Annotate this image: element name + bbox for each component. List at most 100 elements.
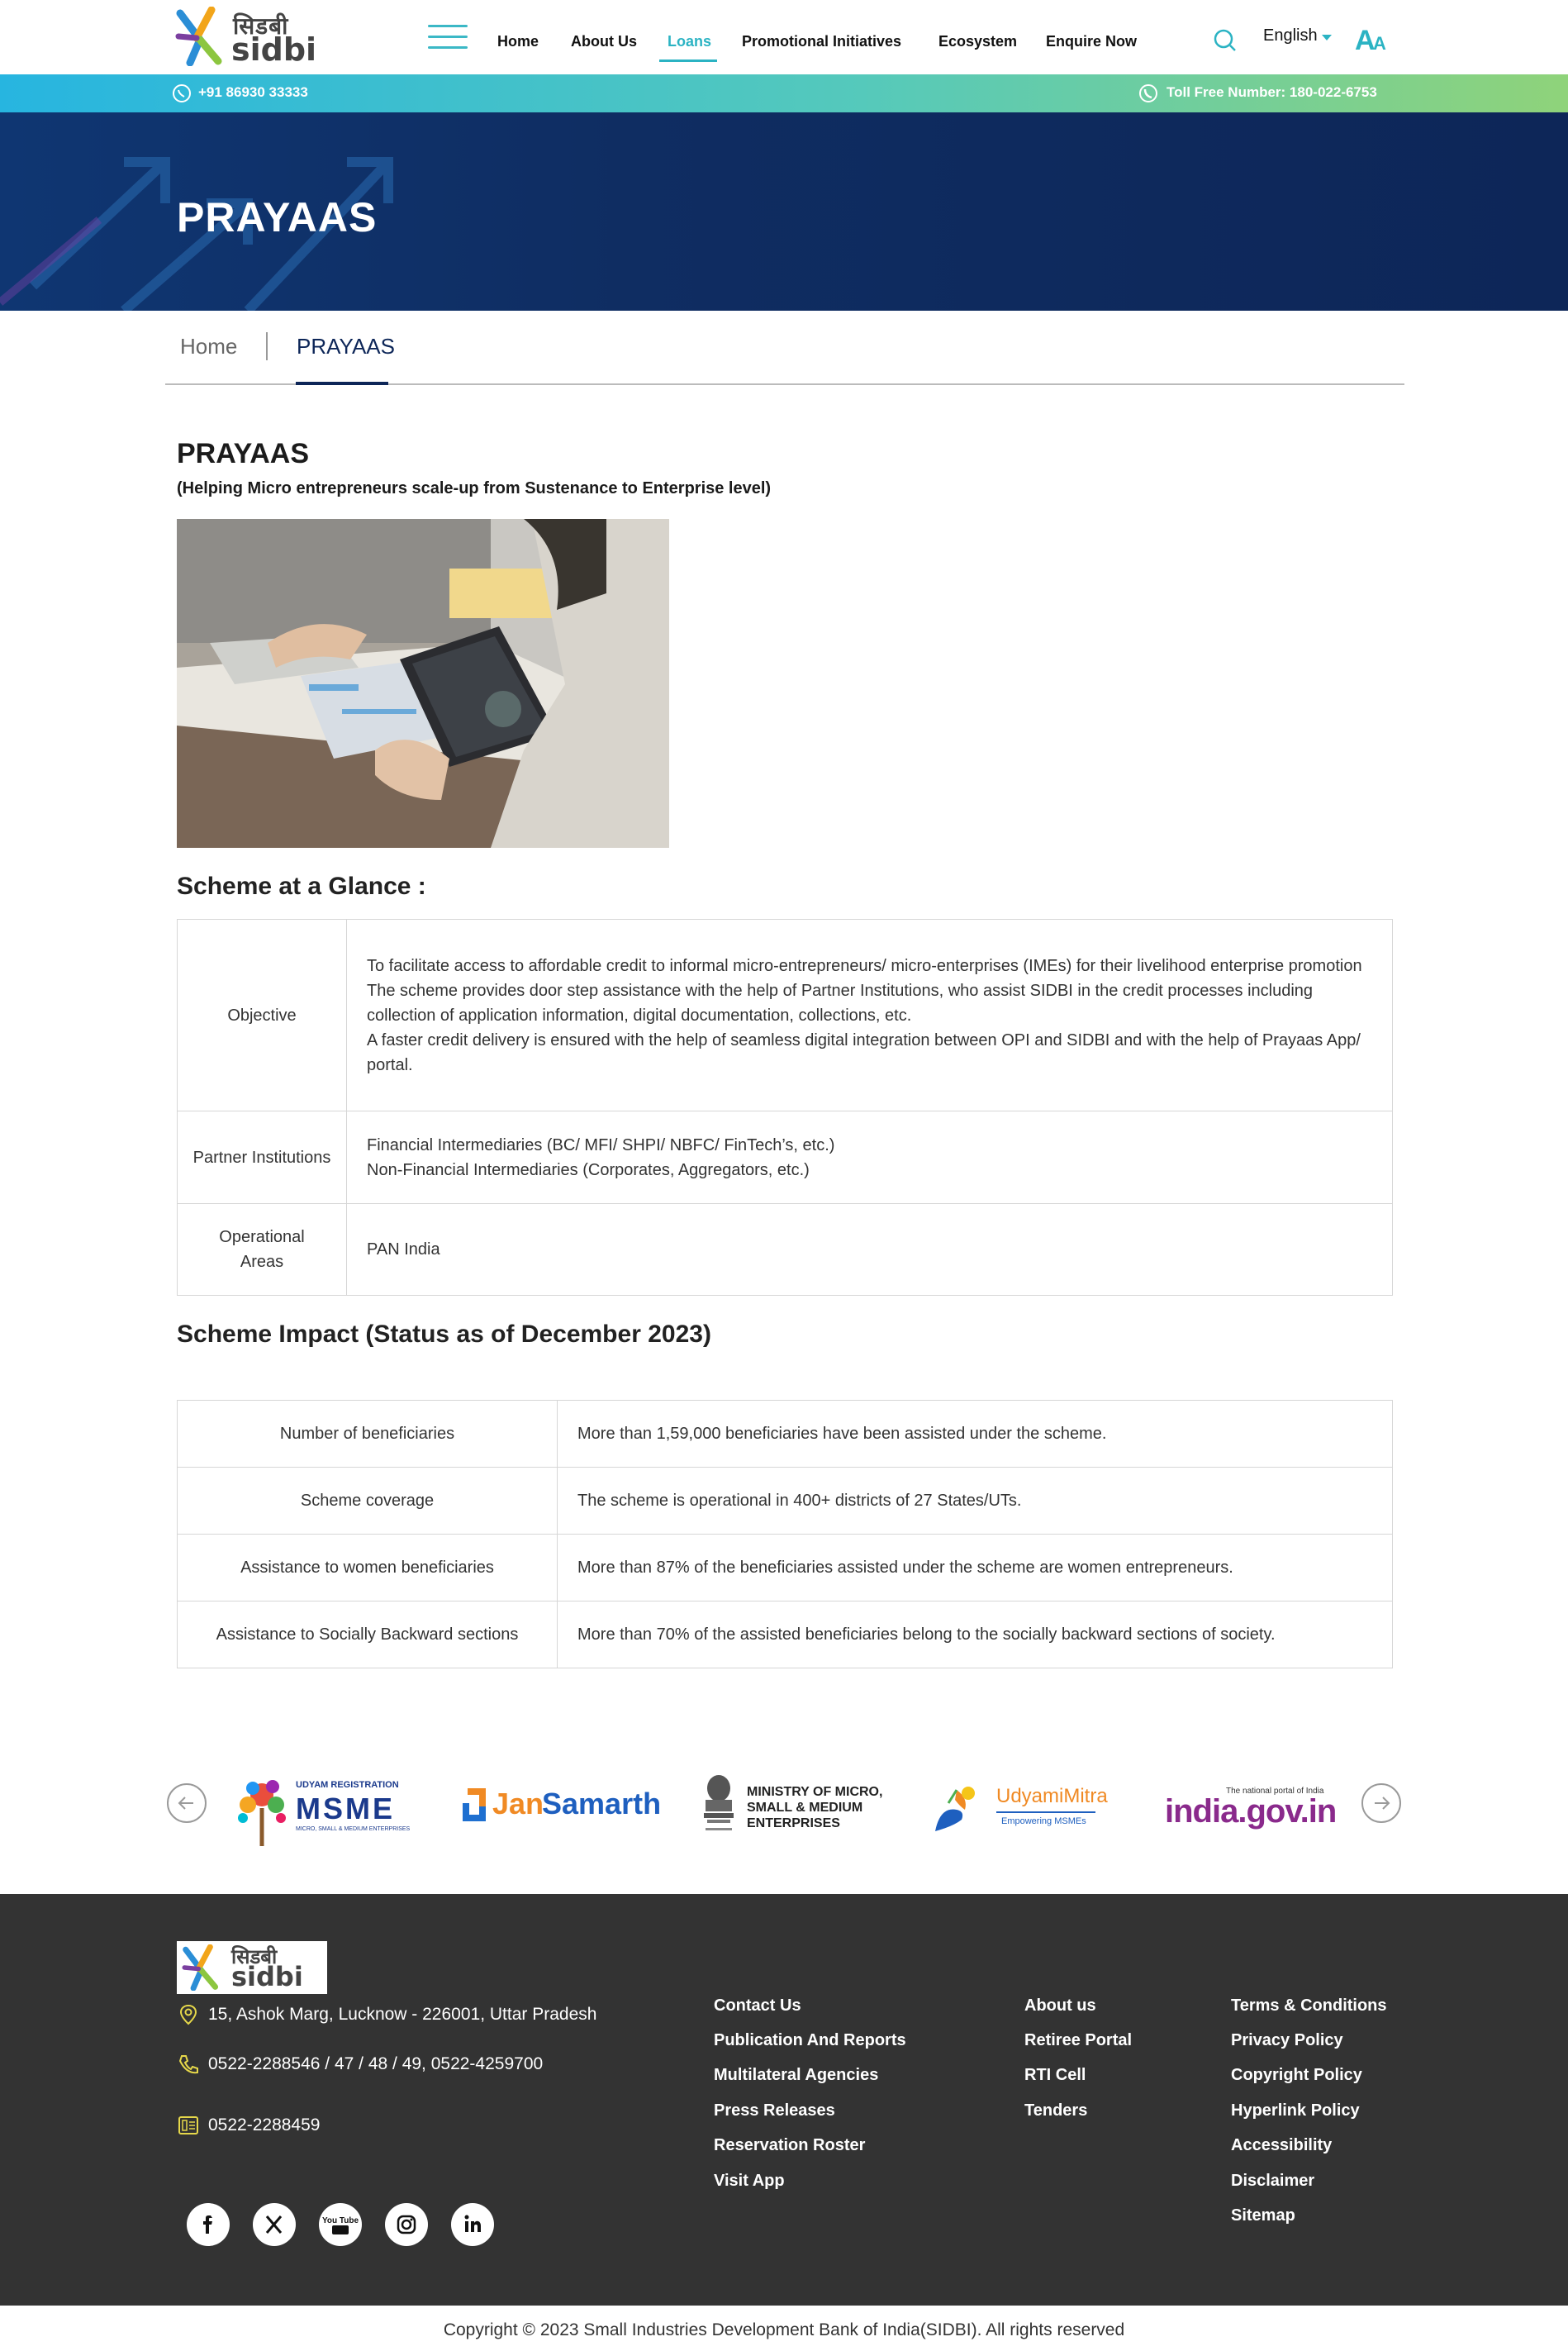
footer-link-copyright-policy[interactable]: Copyright Policy [1231,2066,1362,2085]
language-selector[interactable]: English [1263,26,1318,45]
objective-line: The scheme provides door step assistance… [367,981,1314,1025]
impact-table: Number of beneficiaries More than 1,59,0… [177,1400,1393,1668]
footer-link-publication-and-reports[interactable]: Publication And Reports [714,2031,906,2050]
glance-value-objective: To facilitate access to affordable credi… [346,919,1393,1111]
partner-line: Non-Financial Intermediaries (Corporates… [367,1160,810,1179]
objective-line: To facilitate access to affordable credi… [367,956,1362,975]
glance-label-operational-areas: Operational Areas [177,1203,347,1296]
arrow-right-icon [1375,1797,1390,1810]
footer-link-rti-cell[interactable]: RTI Cell [1024,2066,1086,2085]
svg-text:A: A [1355,25,1376,53]
toll-free-number[interactable]: Toll Free Number: 180-022-6753 [1166,84,1377,101]
footer-link-contact-us[interactable]: Contact Us [714,1996,801,2015]
footer-link-reservation-roster[interactable]: Reservation Roster [714,2136,865,2155]
logo-english-text: sidbi [231,31,317,68]
nav-promotional-initiatives[interactable]: Promotional Initiatives [742,33,901,50]
footer-phone: 0522-2288546 / 47 / 48 / 49, 0522-425970… [208,2054,544,2073]
impact-heading: Scheme Impact (Status as of December 202… [177,1321,711,1348]
instagram-icon[interactable] [385,2203,428,2246]
phone-icon [1139,84,1157,102]
fax-icon [178,2116,198,2134]
nav-home[interactable]: Home [497,33,539,50]
table-row: Assistance to women beneficiaries More t… [177,1534,1393,1601]
footer-link-tenders[interactable]: Tenders [1024,2101,1087,2120]
udyamimitra-text: UdyamiMitra [996,1785,1108,1807]
breadcrumb-home[interactable]: Home [180,334,237,359]
chevron-down-icon[interactable] [1322,35,1332,40]
footer-link-sitemap[interactable]: Sitemap [1231,2206,1295,2225]
impact-value: More than 70% of the assisted beneficiar… [557,1601,1393,1668]
font-size-icon[interactable]: A A [1355,23,1391,53]
copyright-text: Copyright © 2023 Small Industries Develo… [443,2320,1125,2339]
impact-label: Number of beneficiaries [177,1400,558,1468]
footer-link-retiree-portal[interactable]: Retiree Portal [1024,2031,1132,2050]
emblem-icon [704,1775,734,1830]
objective-line: A faster credit delivery is ensured with… [367,1030,1361,1074]
impact-value: The scheme is operational in 400+ distri… [557,1467,1393,1535]
banner-title: PRAYAAS [177,194,378,240]
sidbi-logo[interactable]: सिडबी sidbi [175,6,324,68]
msme-main-text: MSME [296,1792,395,1825]
udyamimitra-rule [996,1811,1095,1813]
jansamarth-mark-icon [463,1788,486,1821]
search-icon[interactable] [1213,28,1238,53]
partner-line: Financial Intermediaries (BC/ MFI/ SHPI/… [367,1135,835,1154]
scheme-photo [177,519,669,848]
nav-enquire-now[interactable]: Enquire Now [1046,33,1137,50]
msme-logo[interactable]: UDYAM REGISTRATION MSME MICRO, SMALL & M… [233,1775,410,1846]
ministry-msme-logo[interactable]: MINISTRY OF MICRO, SMALL & MEDIUM ENTERP… [699,1773,883,1839]
impact-label: Assistance to women beneficiaries [177,1534,558,1601]
table-row: Number of beneficiaries More than 1,59,0… [177,1400,1393,1468]
nav-ecosystem[interactable]: Ecosystem [938,33,1017,50]
ministry-line: MINISTRY OF MICRO, [747,1785,883,1799]
glance-value-partner-institutions: Financial Intermediaries (BC/ MFI/ SHPI/… [346,1111,1393,1204]
footer-logo-english: sidbi [231,1961,303,1992]
jansamarth-logo[interactable]: Jan Samarth [459,1783,661,1825]
nav-about-us[interactable]: About Us [571,33,637,50]
footer-link-multilateral-agencies[interactable]: Multilateral Agencies [714,2066,878,2085]
jansamarth-text-b: Samarth [542,1787,662,1820]
msme-top-text: UDYAM REGISTRATION [296,1780,399,1790]
footer-link-hyperlink-policy[interactable]: Hyperlink Policy [1231,2101,1360,2120]
glance-label-objective: Objective [177,919,347,1111]
glance-label-partner-institutions: Partner Institutions [177,1111,347,1204]
footer-link-accessibility[interactable]: Accessibility [1231,2136,1332,2155]
footer-link-privacy-policy[interactable]: Privacy Policy [1231,2031,1343,2050]
india-gov-main-text: india.gov.in [1165,1793,1337,1830]
footer-link-terms[interactable]: Terms & Conditions [1231,1996,1387,2015]
whatsapp-icon [173,84,191,102]
table-row: Scheme coverage The scheme is operationa… [177,1467,1393,1535]
footer-address: 15, Ashok Marg, Lucknow - 226001, Uttar … [208,2005,597,2024]
x-icon[interactable] [253,2203,296,2246]
footer-link-press-releases[interactable]: Press Releases [714,2101,835,2120]
sidbi-logo-mark [175,6,222,67]
facebook-icon[interactable] [187,2203,230,2246]
glance-heading: Scheme at a Glance : [177,873,426,900]
linkedin-icon[interactable] [451,2203,494,2246]
site-header: सिडबी sidbi Home About Us Loans Promotio… [0,0,1568,74]
msme-tree-icon [238,1780,286,1846]
carousel-next-button[interactable] [1361,1783,1401,1823]
glance-table: Objective To facilitate access to afford… [177,919,1393,1296]
table-row: Operational Areas PAN India [177,1203,1393,1296]
phone-icon [178,2055,198,2074]
footer-logo[interactable]: सिडबी sidbi [177,1941,327,1994]
whatsapp-number[interactable]: +91 86930 33333 [198,84,308,101]
india-gov-logo[interactable]: The national portal of India india.gov.i… [1165,1783,1338,1833]
carousel-prev-button[interactable] [167,1783,207,1823]
nav-loans[interactable]: Loans [668,33,711,50]
contact-strip: +91 86930 33333 Toll Free Number: 180-02… [0,74,1568,112]
youtube-icon[interactable]: You Tube [319,2203,362,2246]
impact-label: Scheme coverage [177,1467,558,1535]
footer-link-disclaimer[interactable]: Disclaimer [1231,2172,1314,2191]
page-title: PRAYAAS [177,438,310,469]
footer-link-about-us[interactable]: About us [1024,1996,1096,2015]
menu-hamburger-icon[interactable] [428,25,468,51]
footer-link-visit-app[interactable]: Visit App [714,2172,785,2191]
ministry-line: ENTERPRISES [747,1816,840,1830]
jansamarth-text-a: Jan [492,1787,544,1820]
arrow-left-icon [178,1797,193,1810]
udyamimitra-logo[interactable]: UdyamiMitra Empowering MSMEs [932,1778,1108,1839]
udyamimitra-tagline: Empowering MSMEs [1001,1816,1086,1826]
msme-small-text: MICRO, SMALL & MEDIUM ENTERPRISES [296,1826,411,1832]
